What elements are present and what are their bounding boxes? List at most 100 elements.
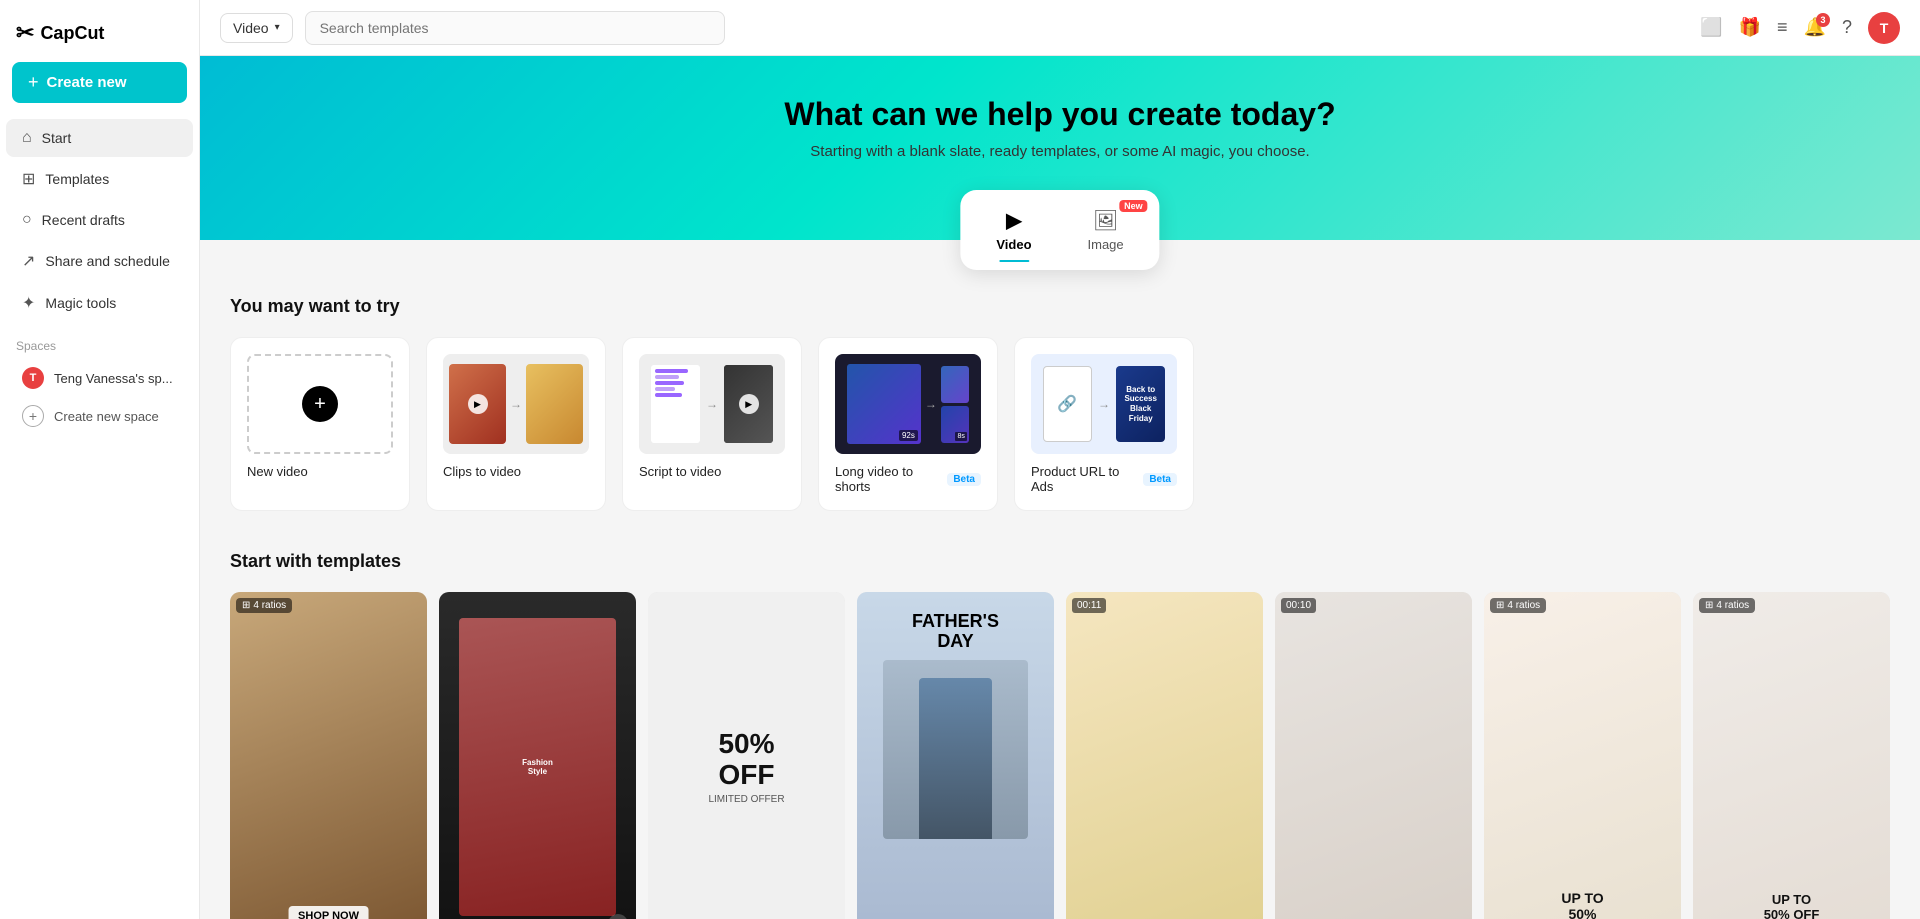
- template-card-6[interactable]: 00:10 ❤ 7: [1275, 592, 1472, 919]
- ratios-icon-7: ⊞: [1496, 600, 1504, 611]
- template-inner-2: FashionStyle ▶: [439, 592, 636, 919]
- script-arrow-icon: →: [706, 397, 718, 411]
- long-video-label: Long video to shorts: [835, 464, 939, 494]
- clock-icon: ○: [22, 211, 32, 229]
- ratios-badge-8: ⊞ 4 ratios: [1699, 598, 1755, 613]
- video-image-tabs: ▶ Video New 🖼 Image: [960, 190, 1159, 270]
- try-section-title: You may want to try: [230, 296, 1890, 317]
- try-card-clips-to-video[interactable]: ▶ → Clips to video: [426, 337, 606, 511]
- search-input[interactable]: [305, 11, 725, 45]
- template-card-5[interactable]: 00:11 ❤ 25: [1066, 592, 1263, 919]
- template-card-1[interactable]: ⊞ 4 ratios SHOP NOW: [230, 592, 427, 919]
- new-video-thumb: +: [247, 354, 393, 454]
- share-icon: ↗: [22, 251, 35, 271]
- template-card-4[interactable]: FATHER'SDAY: [857, 592, 1054, 919]
- monitor-icon[interactable]: ⬜: [1700, 17, 1722, 38]
- sidebar-nav: ⌂ Start ⊞ Templates ○ Recent drafts ↗ Sh…: [0, 119, 199, 323]
- shop-now-text-1: SHOP NOW: [288, 906, 369, 919]
- template-card-wrap-7: ⊞ 4 ratios UP TO50% Up to 50% off...: [1484, 592, 1681, 919]
- sidebar-item-start[interactable]: ⌂ Start: [6, 119, 193, 157]
- template-card-wrap-6: 00:10 ❤ 7 Sunscreen Summer Sales...: [1275, 592, 1472, 919]
- logo: ✂ CapCut: [0, 12, 199, 62]
- template-card-wrap-3: 50%OFF LIMITED OFFER 50% OFF Sale: [648, 592, 845, 919]
- magic-icon: ✦: [22, 293, 35, 313]
- new-video-label: New video: [247, 464, 308, 479]
- try-card-long-video-to-shorts[interactable]: 92s → 8s Long video to shorts Beta: [818, 337, 998, 511]
- sidebar-item-start-label: Start: [42, 130, 72, 146]
- templates-section-title: Start with templates: [230, 551, 1890, 572]
- space-avatar: T: [22, 367, 44, 389]
- template-card-7[interactable]: ⊞ 4 ratios UP TO50%: [1484, 592, 1681, 919]
- template-inner-5: 00:11 ❤ 25: [1066, 592, 1263, 919]
- product-arrow-icon: →: [1098, 397, 1110, 411]
- hero-subtitle: Starting with a blank slate, ready templ…: [220, 143, 1900, 160]
- template-card-wrap-1: ⊞ 4 ratios SHOP NOW Shop Now Sneakers: [230, 592, 427, 919]
- create-space-label: Create new space: [54, 409, 159, 424]
- long-video-clip: 92s: [847, 364, 921, 444]
- video-dropdown[interactable]: Video ▾: [220, 13, 293, 43]
- create-new-label: Create new: [47, 74, 127, 91]
- help-icon[interactable]: ?: [1842, 17, 1852, 38]
- template-inner-6: 00:10 ❤ 7: [1275, 592, 1472, 919]
- tab-image[interactable]: New 🖼 Image: [1060, 198, 1152, 262]
- template-card-wrap-5: 00:11 ❤ 25 Summer Sales Make-up...: [1066, 592, 1263, 919]
- search-input-wrap: [305, 11, 725, 45]
- template-card-8[interactable]: ⊞ 4 ratios UP TO50% OFF: [1693, 592, 1890, 919]
- try-cards: + New video ▶ → Clips: [230, 337, 1890, 511]
- sidebar: ✂ CapCut + Create new ⌂ Start ⊞ Template…: [0, 0, 200, 919]
- clips-to-video-thumb: ▶ →: [443, 354, 589, 454]
- ratios-badge-1: ⊞ 4 ratios: [236, 598, 292, 613]
- play-icon: ▶: [468, 394, 488, 414]
- create-new-button[interactable]: + Create new: [12, 62, 187, 103]
- sidebar-item-share-schedule[interactable]: ↗ Share and schedule: [6, 241, 193, 281]
- main-area: Video ▾ ⬜ 🎁 ≡ 🔔 3 ? T What can we help y…: [200, 0, 1920, 919]
- try-card-script-to-video[interactable]: → ▶ Script to video: [622, 337, 802, 511]
- tab-video-label: Video: [996, 237, 1031, 252]
- gift-icon[interactable]: 🎁: [1739, 17, 1761, 38]
- sidebar-item-magic-tools[interactable]: ✦ Magic tools: [6, 283, 193, 323]
- image-tab-icon: 🖼: [1093, 208, 1118, 233]
- bell-icon[interactable]: 🔔 3: [1804, 17, 1826, 38]
- script-to-video-thumb: → ▶: [639, 354, 785, 454]
- user-space-item[interactable]: T Teng Vanessa's sp...: [6, 359, 193, 397]
- long-video-thumb: 92s → 8s: [835, 354, 981, 454]
- template-inner-7: ⊞ 4 ratios UP TO50%: [1484, 592, 1681, 919]
- topbar-right: ⬜ 🎁 ≡ 🔔 3 ? T: [1700, 12, 1900, 44]
- home-icon: ⌂: [22, 129, 32, 147]
- tab-video[interactable]: ▶ Video: [968, 198, 1059, 262]
- template-card-3[interactable]: 50%OFF LIMITED OFFER: [648, 592, 845, 919]
- play-icon-2: ▶: [739, 394, 759, 414]
- template-card-wrap-2: FashionStyle ▶ Fashion Style: [439, 592, 636, 919]
- template-inner-4: FATHER'SDAY: [857, 592, 1054, 919]
- try-card-new-video[interactable]: + New video: [230, 337, 410, 511]
- ratios-icon-8: ⊞: [1705, 600, 1713, 611]
- beta-badge-long-video: Beta: [947, 473, 981, 486]
- ratios-badge-7: ⊞ 4 ratios: [1490, 598, 1546, 613]
- long-video-arrow-icon: →: [925, 397, 937, 411]
- product-url-icon: 🔗: [1043, 366, 1092, 442]
- content-area: What can we help you create today? Start…: [200, 56, 1920, 919]
- user-avatar[interactable]: T: [1868, 12, 1900, 44]
- templates-section: Start with templates ⊞ 4 ratios SHOP NOW: [200, 531, 1920, 919]
- templates-icon: ⊞: [22, 169, 35, 189]
- sidebar-item-templates[interactable]: ⊞ Templates: [6, 159, 193, 199]
- app-name: CapCut: [40, 23, 104, 44]
- ratios-icon-1: ⊞: [242, 600, 250, 611]
- sidebar-item-magic-label: Magic tools: [45, 295, 116, 311]
- layers-icon[interactable]: ≡: [1777, 17, 1788, 38]
- try-card-product-url-ads[interactable]: 🔗 → Back to Success Black Friday Product…: [1014, 337, 1194, 511]
- template-card-2[interactable]: FashionStyle ▶: [439, 592, 636, 919]
- script-to-video-label: Script to video: [639, 464, 721, 479]
- chevron-down-icon: ▾: [275, 22, 280, 33]
- template-card-wrap-4: FATHER'SDAY Father's Day: [857, 592, 1054, 919]
- clip-left-img: ▶: [449, 364, 506, 444]
- try-section: You may want to try + New video ▶: [200, 240, 1920, 531]
- script-video-icon: ▶: [724, 365, 773, 443]
- clips-arrow-icon: →: [510, 397, 522, 411]
- sidebar-item-recent-drafts[interactable]: ○ Recent drafts: [6, 201, 193, 239]
- create-space-button[interactable]: + Create new space: [6, 397, 193, 435]
- clip-right-img: [526, 364, 583, 444]
- capcut-logo-icon: ✂: [16, 20, 34, 46]
- hero-title: What can we help you create today?: [220, 96, 1900, 133]
- sidebar-item-drafts-label: Recent drafts: [42, 212, 125, 228]
